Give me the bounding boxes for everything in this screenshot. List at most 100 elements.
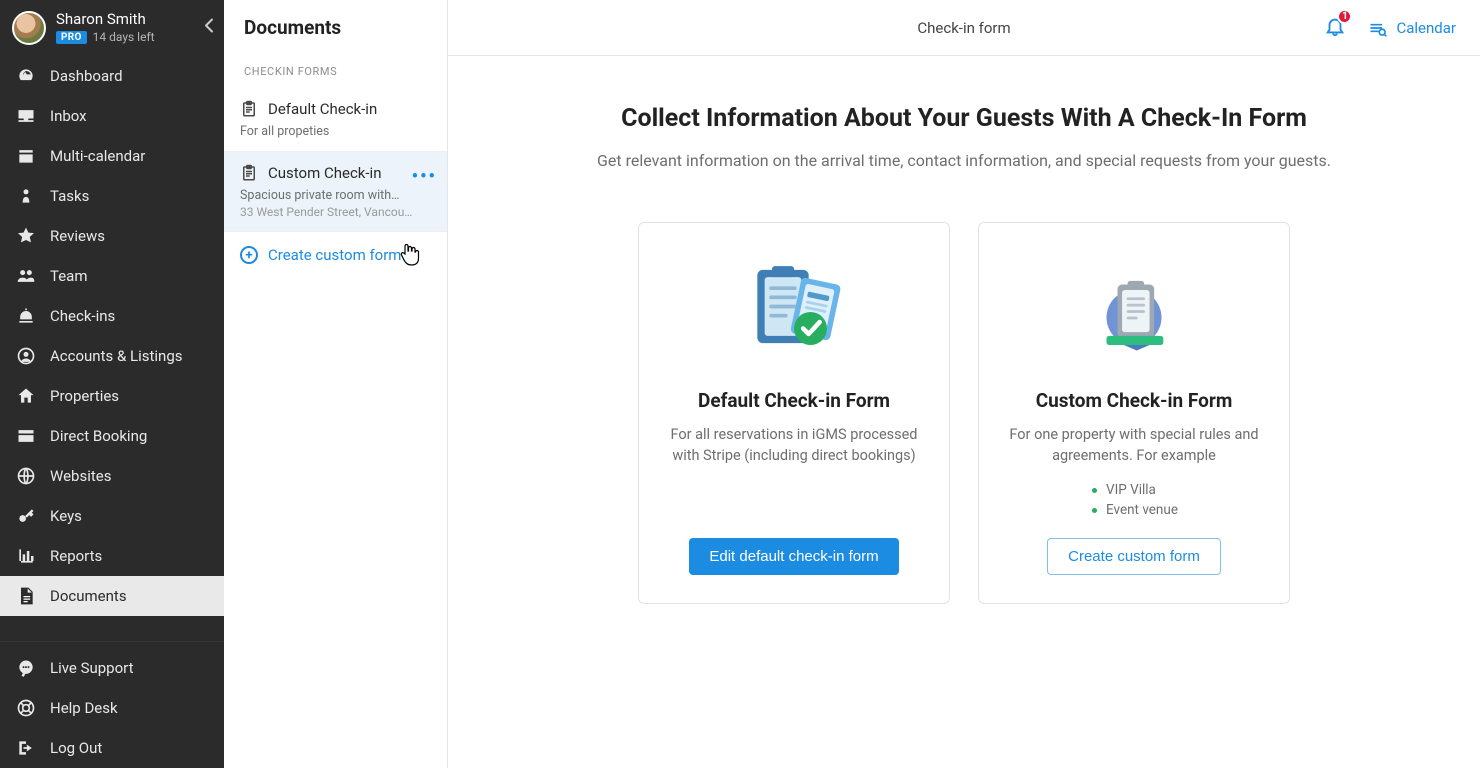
form-item-title: Default Check-in [268, 100, 377, 118]
main-area: Check-in form 1 Calendar Collect Informa… [448, 0, 1480, 768]
window-icon [16, 426, 36, 446]
nav-team[interactable]: Team [0, 256, 224, 296]
card-custom-checkin: Custom Check-in Form For one property wi… [978, 222, 1290, 604]
nav-label: Websites [50, 467, 111, 485]
nav-live-support[interactable]: Live Support [0, 648, 224, 688]
nav-label: Properties [50, 387, 119, 405]
nav-label: Check-ins [50, 307, 115, 325]
nav-check-ins[interactable]: Check-ins [0, 296, 224, 336]
create-custom-form-button[interactable]: Create custom form [1047, 538, 1221, 575]
form-item-sub: For all propeties [240, 124, 433, 139]
create-link-label: Create custom form [268, 246, 401, 264]
nav-accounts[interactable]: Accounts & Listings [0, 336, 224, 376]
notifications-badge: 1 [1337, 9, 1352, 24]
create-custom-form-link[interactable]: + Create custom form [224, 232, 447, 278]
key-icon [16, 506, 36, 526]
notifications-button[interactable]: 1 [1324, 15, 1346, 41]
nav-properties[interactable]: Properties [0, 376, 224, 416]
documents-panel-title: Documents [224, 0, 447, 51]
form-item-sub: Spacious private room with… [240, 188, 433, 203]
card-title: Default Check-in Form [698, 389, 890, 412]
chart-icon [16, 546, 36, 566]
cards: Default Check-in Form For all reservatio… [468, 222, 1460, 604]
calendar-label: Calendar [1396, 19, 1456, 37]
card-desc: For one property with special rules and … [1005, 424, 1263, 466]
nav-websites[interactable]: Websites [0, 456, 224, 496]
plus-circle-icon: + [240, 246, 258, 264]
nav-bottom: Live Support Help Desk Log Out [0, 641, 224, 768]
logout-icon [16, 738, 36, 758]
documents-section-label: CHECKIN FORMS [224, 51, 447, 88]
form-item-custom[interactable]: ••• Custom Check-in Spacious private roo… [224, 152, 447, 232]
nav-inbox[interactable]: Inbox [0, 96, 224, 136]
nav-label: Tasks [50, 187, 89, 205]
calendar-icon [16, 146, 36, 166]
nav-help-desk[interactable]: Help Desk [0, 688, 224, 728]
topbar-title: Check-in form [917, 19, 1010, 37]
bell-service-icon [16, 306, 36, 326]
default-form-illustration [739, 257, 849, 367]
nav-label: Documents [50, 587, 127, 605]
nav-label: Inbox [50, 107, 87, 125]
pro-badge: PRO [56, 31, 87, 45]
card-example-item: VIP Villa [1090, 480, 1178, 500]
form-item-title: Custom Check-in [268, 164, 381, 182]
star-icon [16, 226, 36, 246]
calendar-button[interactable]: Calendar [1368, 18, 1456, 38]
nav-label: Accounts & Listings [50, 347, 183, 365]
pawn-icon [16, 186, 36, 206]
card-default-checkin: Default Check-in Form For all reservatio… [638, 222, 950, 604]
nav-label: Keys [50, 507, 82, 525]
nav-dashboard[interactable]: Dashboard [0, 56, 224, 96]
calendar-search-icon [1368, 18, 1388, 38]
nav-log-out[interactable]: Log Out [0, 728, 224, 768]
card-desc: For all reservations in iGMS processed w… [665, 424, 923, 466]
form-item-default[interactable]: Default Check-in For all propeties [224, 88, 447, 152]
nav-label: Reviews [50, 227, 105, 245]
card-examples: VIP Villa Event venue [1090, 480, 1178, 520]
home-icon [16, 386, 36, 406]
usercircle-icon [16, 346, 36, 366]
nav-label: Live Support [50, 659, 134, 677]
nav-multi-calendar[interactable]: Multi-calendar [0, 136, 224, 176]
doc-icon [16, 586, 36, 606]
clipboard-icon [240, 100, 258, 118]
hero: Collect Information About Your Guests Wi… [554, 104, 1374, 174]
edit-default-form-button[interactable]: Edit default check-in form [689, 538, 898, 575]
content: Collect Information About Your Guests Wi… [448, 56, 1480, 768]
nav-tasks[interactable]: Tasks [0, 176, 224, 216]
clipboard-icon [240, 164, 258, 182]
nav-label: Dashboard [50, 67, 123, 85]
globe-icon [16, 466, 36, 486]
chat-icon [16, 658, 36, 678]
lifebuoy-icon [16, 698, 36, 718]
tray-icon [16, 106, 36, 126]
user-name: Sharon Smith [56, 11, 155, 28]
sidebar-user-block[interactable]: Sharon Smith PRO 14 days left [0, 0, 224, 56]
avatar [12, 11, 46, 45]
users-icon [16, 266, 36, 286]
nav-direct-booking[interactable]: Direct Booking [0, 416, 224, 456]
sidebar: Sharon Smith PRO 14 days left Dashboard … [0, 0, 224, 768]
hero-subtitle: Get relevant information on the arrival … [554, 149, 1374, 174]
hero-title: Collect Information About Your Guests Wi… [554, 104, 1374, 133]
nav-label: Direct Booking [50, 427, 147, 445]
nav-main: Dashboard Inbox Multi-calendar Tasks Rev… [0, 56, 224, 616]
nav-label: Help Desk [50, 699, 118, 717]
card-title: Custom Check-in Form [1036, 389, 1233, 412]
more-icon[interactable]: ••• [412, 166, 437, 187]
gauge-icon [16, 66, 36, 86]
nav-label: Log Out [50, 739, 102, 757]
sidebar-collapse-icon[interactable] [204, 18, 214, 39]
nav-label: Reports [50, 547, 102, 565]
nav-reviews[interactable]: Reviews [0, 216, 224, 256]
card-example-item: Event venue [1090, 500, 1178, 520]
trial-days: 14 days left [93, 31, 155, 45]
nav-label: Team [50, 267, 88, 285]
nav-label: Multi-calendar [50, 147, 145, 165]
nav-keys[interactable]: Keys [0, 496, 224, 536]
custom-form-illustration [1079, 257, 1189, 367]
nav-reports[interactable]: Reports [0, 536, 224, 576]
nav-documents[interactable]: Documents [0, 576, 224, 616]
topbar: Check-in form 1 Calendar [448, 0, 1480, 56]
